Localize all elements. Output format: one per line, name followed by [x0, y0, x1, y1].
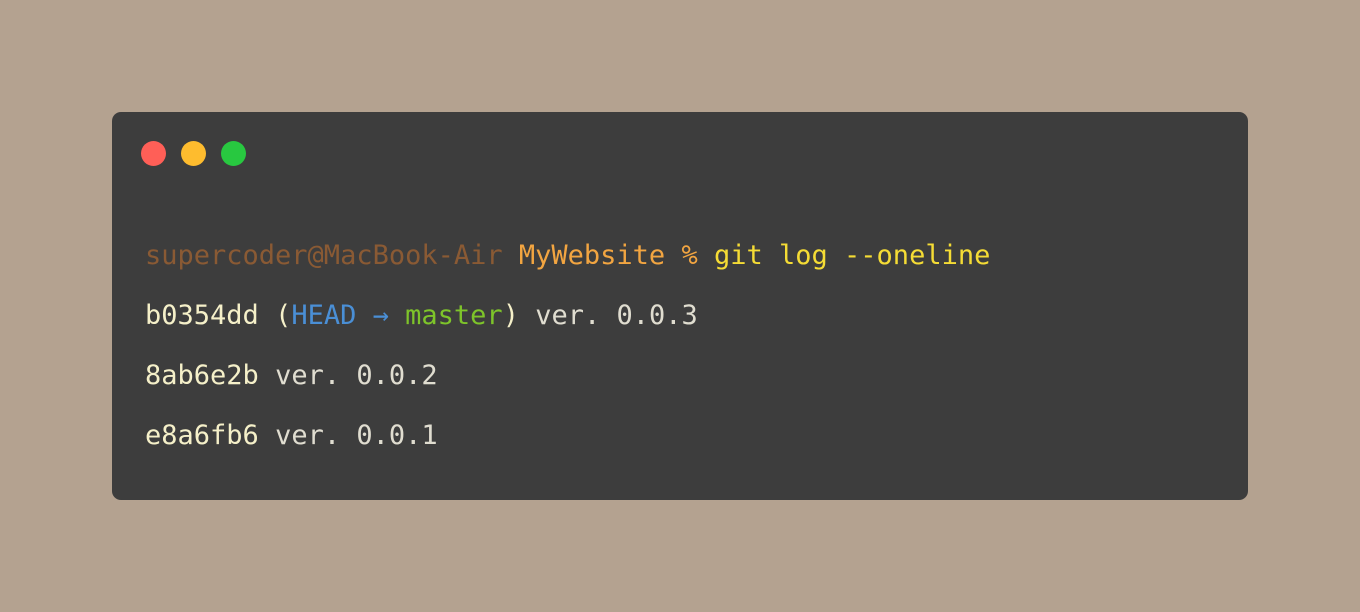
ref-open-paren: ( — [275, 300, 292, 331]
prompt-line: supercoder@MacBook-Air MyWebsite % git l… — [145, 226, 1228, 286]
close-button[interactable] — [141, 141, 166, 166]
prompt-user-host: supercoder@MacBook-Air — [145, 240, 503, 271]
prompt-command: git log --oneline — [714, 240, 991, 271]
commit-message: ver. 0.0.3 — [535, 300, 698, 331]
log-line: 8ab6e2b ver. 0.0.2 — [145, 346, 1228, 406]
window-controls — [141, 141, 246, 166]
commit-hash: 8ab6e2b — [145, 360, 259, 391]
commit-hash: b0354dd — [145, 300, 259, 331]
zoom-button[interactable] — [221, 141, 246, 166]
ref-arrow: → — [372, 300, 389, 331]
ref-close-paren: ) — [502, 300, 519, 331]
terminal-window: supercoder@MacBook-Air MyWebsite % git l… — [112, 112, 1248, 500]
prompt-symbol: % — [681, 240, 698, 271]
log-line: e8a6fb6 ver. 0.0.1 — [145, 406, 1228, 466]
branch-ref: master — [405, 300, 503, 331]
minimize-button[interactable] — [181, 141, 206, 166]
terminal-output: supercoder@MacBook-Air MyWebsite % git l… — [145, 226, 1228, 466]
commit-message: ver. 0.0.2 — [275, 360, 438, 391]
head-ref: HEAD — [291, 300, 357, 331]
prompt-directory: MyWebsite — [518, 240, 666, 271]
commit-hash: e8a6fb6 — [145, 420, 259, 451]
commit-message: ver. 0.0.1 — [275, 420, 438, 451]
log-line: b0354dd (HEAD → master) ver. 0.0.3 — [145, 286, 1228, 346]
